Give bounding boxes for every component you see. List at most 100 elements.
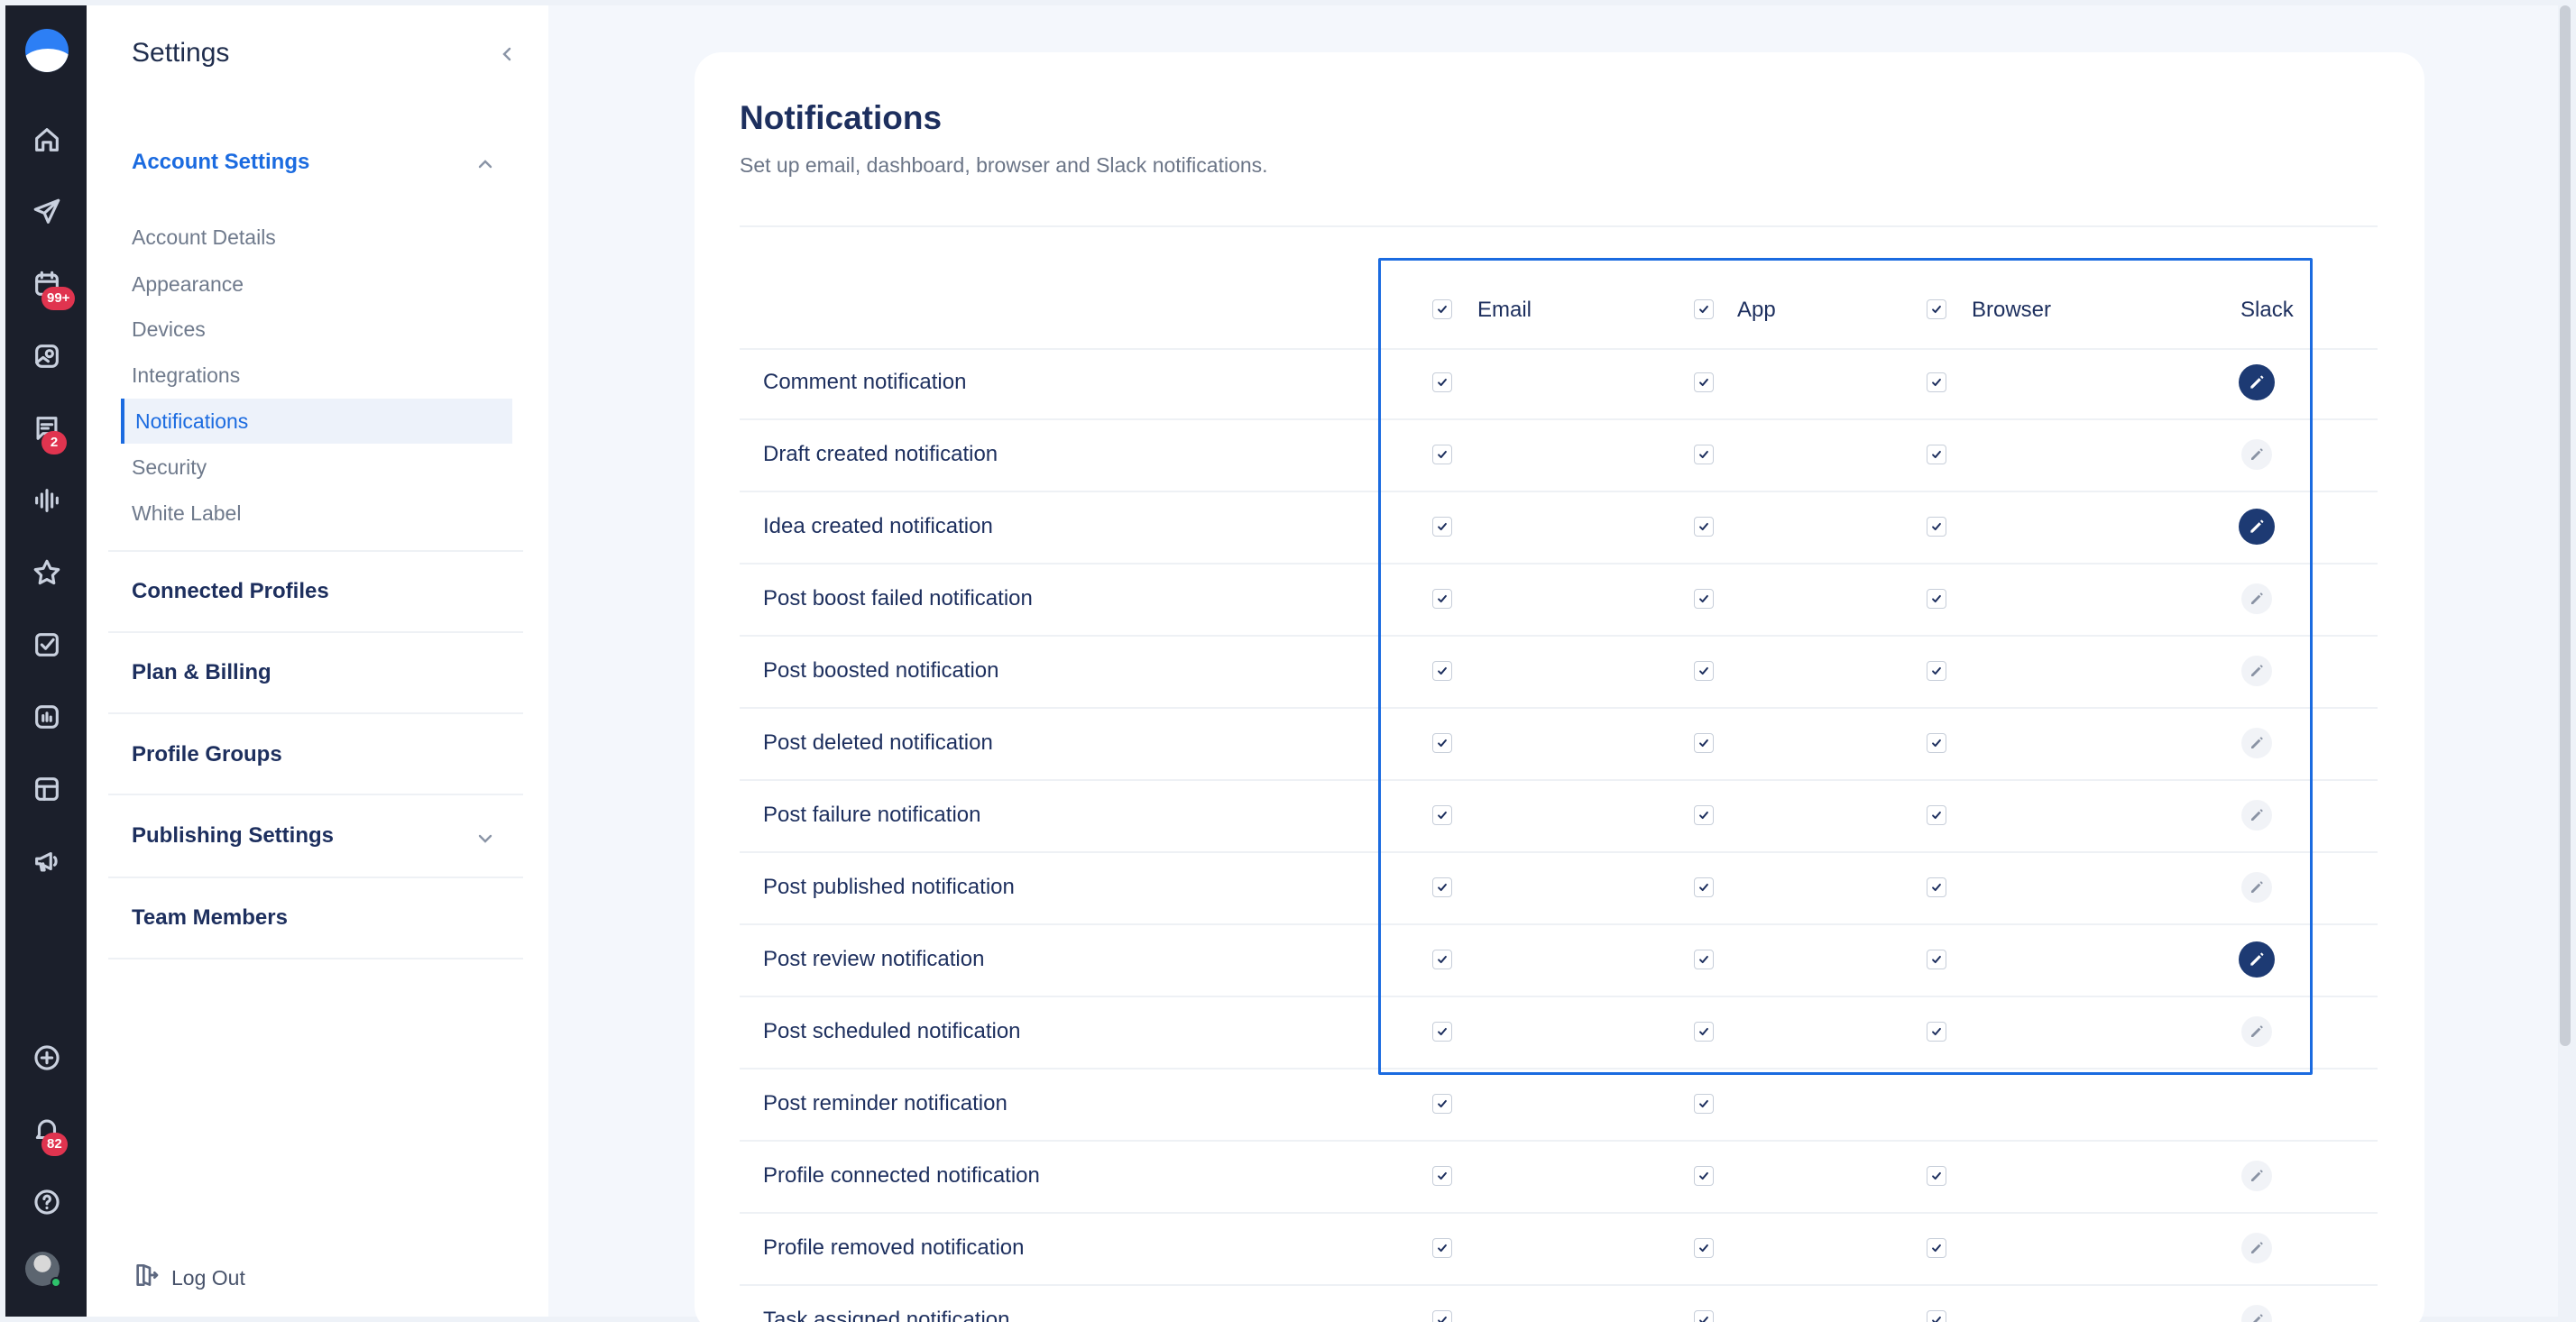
- browser-checkbox[interactable]: [1927, 372, 1946, 392]
- check-icon: [1699, 378, 1708, 387]
- row-divider: [740, 779, 2378, 781]
- notification-label: Post reminder notification: [763, 1091, 1007, 1115]
- slack-edit-button[interactable]: [2241, 1161, 2272, 1191]
- row-divider: [740, 348, 2378, 350]
- app-checkbox[interactable]: [1694, 877, 1714, 897]
- app-checkbox[interactable]: [1694, 1022, 1714, 1042]
- email-checkbox[interactable]: [1432, 1310, 1452, 1322]
- send-icon[interactable]: [30, 195, 64, 229]
- browser-checkbox[interactable]: [1927, 950, 1946, 969]
- row-divider: [740, 418, 2378, 420]
- check-icon: [1699, 1171, 1708, 1180]
- app-checkbox[interactable]: [1694, 1238, 1714, 1258]
- layout-icon[interactable]: [30, 772, 64, 806]
- email-checkbox[interactable]: [1432, 445, 1452, 464]
- row-divider: [740, 851, 2378, 853]
- browser-checkbox[interactable]: [1927, 1166, 1946, 1186]
- select-all-app-checkbox[interactable]: [1694, 299, 1714, 319]
- select-all-email-checkbox[interactable]: [1432, 299, 1452, 319]
- browser-checkbox[interactable]: [1927, 517, 1946, 537]
- sidebar-section-account-settings[interactable]: Account Settings: [132, 150, 309, 175]
- collapse-sidebar-icon[interactable]: [496, 43, 518, 65]
- browser-checkbox[interactable]: [1927, 1238, 1946, 1258]
- email-checkbox[interactable]: [1432, 1094, 1452, 1114]
- app-checkbox[interactable]: [1694, 1310, 1714, 1322]
- slack-edit-button[interactable]: [2241, 872, 2272, 903]
- app-checkbox[interactable]: [1694, 733, 1714, 753]
- tasks-icon[interactable]: [30, 628, 64, 662]
- row-divider: [740, 1212, 2378, 1214]
- scrollbar[interactable]: [2560, 5, 2571, 1046]
- slack-edit-button[interactable]: [2241, 583, 2272, 614]
- browser-checkbox[interactable]: [1927, 445, 1946, 464]
- chevron-down-icon[interactable]: [474, 828, 496, 849]
- sidebar-item-security[interactable]: Security: [132, 455, 207, 480]
- slack-edit-button[interactable]: [2241, 1233, 2272, 1263]
- app-checkbox[interactable]: [1694, 805, 1714, 825]
- app-checkbox[interactable]: [1694, 950, 1714, 969]
- browser-checkbox[interactable]: [1927, 1022, 1946, 1042]
- browser-checkbox[interactable]: [1927, 1310, 1946, 1322]
- megaphone-icon[interactable]: [30, 844, 64, 878]
- select-all-browser-checkbox[interactable]: [1927, 299, 1946, 319]
- browser-checkbox[interactable]: [1927, 805, 1946, 825]
- email-checkbox[interactable]: [1432, 517, 1452, 537]
- logout-icon: [132, 1261, 161, 1295]
- slack-edit-button[interactable]: [2241, 1016, 2272, 1047]
- sidebar-item-notifications[interactable]: Notifications: [121, 399, 512, 444]
- sidebar-section-publishing-settings[interactable]: Publishing Settings: [132, 823, 334, 849]
- sidebar-item-account-details[interactable]: Account Details: [132, 225, 276, 250]
- sidebar-section-team-members[interactable]: Team Members: [132, 905, 288, 931]
- browser-checkbox[interactable]: [1927, 589, 1946, 609]
- sidebar-item-integrations[interactable]: Integrations: [132, 363, 240, 388]
- pencil-icon: [2252, 1314, 2263, 1322]
- email-checkbox[interactable]: [1432, 372, 1452, 392]
- home-icon[interactable]: [30, 123, 64, 157]
- app-checkbox[interactable]: [1694, 517, 1714, 537]
- slack-edit-button[interactable]: [2241, 439, 2272, 470]
- chevron-up-icon[interactable]: [474, 153, 496, 175]
- email-checkbox[interactable]: [1432, 1166, 1452, 1186]
- slack-edit-button[interactable]: [2239, 509, 2275, 545]
- slack-edit-button[interactable]: [2239, 941, 2275, 978]
- add-icon[interactable]: [30, 1041, 64, 1075]
- sidebar-item-white-label[interactable]: White Label: [132, 501, 241, 526]
- media-icon[interactable]: [30, 339, 64, 373]
- app-checkbox[interactable]: [1694, 372, 1714, 392]
- app-checkbox[interactable]: [1694, 1166, 1714, 1186]
- check-icon: [1438, 1244, 1447, 1253]
- audio-icon[interactable]: [30, 483, 64, 518]
- app-logo[interactable]: [25, 29, 69, 72]
- browser-checkbox[interactable]: [1927, 877, 1946, 897]
- analytics-icon[interactable]: [30, 700, 64, 734]
- app-checkbox[interactable]: [1694, 1094, 1714, 1114]
- app-checkbox[interactable]: [1694, 661, 1714, 681]
- email-checkbox[interactable]: [1432, 1238, 1452, 1258]
- email-checkbox[interactable]: [1432, 733, 1452, 753]
- sidebar-item-appearance[interactable]: Appearance: [132, 272, 244, 297]
- slack-edit-button[interactable]: [2241, 656, 2272, 686]
- check-icon: [1699, 739, 1708, 748]
- check-icon: [1932, 378, 1941, 387]
- app-checkbox[interactable]: [1694, 589, 1714, 609]
- email-checkbox[interactable]: [1432, 661, 1452, 681]
- email-checkbox[interactable]: [1432, 1022, 1452, 1042]
- star-icon[interactable]: [30, 555, 64, 590]
- sidebar-section-profile-groups[interactable]: Profile Groups: [132, 742, 282, 767]
- logout-button[interactable]: Log Out: [132, 1261, 245, 1295]
- email-checkbox[interactable]: [1432, 805, 1452, 825]
- sidebar-item-devices[interactable]: Devices: [132, 317, 206, 342]
- check-icon: [1699, 1244, 1708, 1253]
- help-icon[interactable]: [30, 1185, 64, 1219]
- browser-checkbox[interactable]: [1927, 661, 1946, 681]
- slack-edit-button[interactable]: [2241, 728, 2272, 758]
- sidebar-section-connected-profiles[interactable]: Connected Profiles: [132, 579, 329, 604]
- app-checkbox[interactable]: [1694, 445, 1714, 464]
- email-checkbox[interactable]: [1432, 589, 1452, 609]
- slack-edit-button[interactable]: [2241, 800, 2272, 831]
- email-checkbox[interactable]: [1432, 877, 1452, 897]
- sidebar-section-plan-billing[interactable]: Plan & Billing: [132, 660, 271, 685]
- email-checkbox[interactable]: [1432, 950, 1452, 969]
- browser-checkbox[interactable]: [1927, 733, 1946, 753]
- slack-edit-button[interactable]: [2239, 364, 2275, 400]
